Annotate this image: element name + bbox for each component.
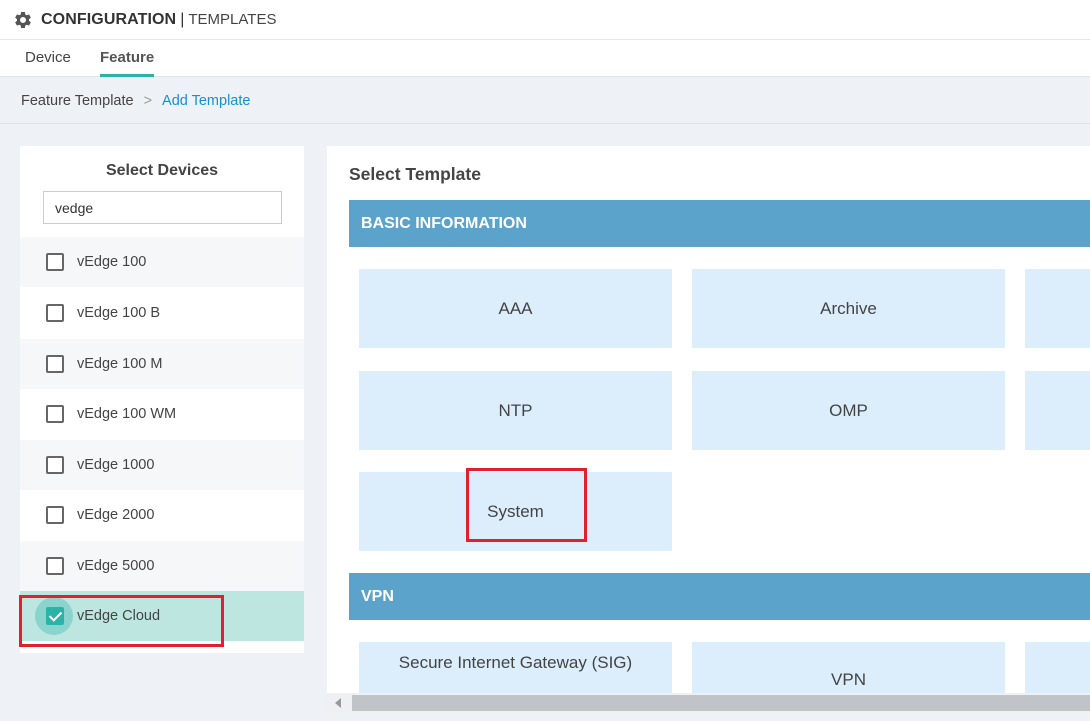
device-row-vedge-2000[interactable]: vEdge 2000 bbox=[20, 490, 304, 540]
breadcrumb: Feature Template > Add Template bbox=[0, 78, 1090, 124]
section-basic-information: BASIC INFORMATION bbox=[349, 200, 1090, 247]
template-tile-ntp[interactable]: NTP bbox=[359, 371, 672, 450]
tab-feature[interactable]: Feature bbox=[100, 40, 155, 77]
checkbox[interactable] bbox=[46, 253, 64, 271]
device-row-vedge-5000[interactable]: vEdge 5000 bbox=[20, 541, 304, 591]
gear-icon[interactable] bbox=[12, 9, 34, 31]
template-tile-aaa[interactable]: AAA bbox=[359, 269, 672, 348]
horizontal-scrollbar[interactable] bbox=[327, 693, 1090, 713]
device-search-input[interactable] bbox=[43, 191, 282, 224]
tab-bar: Device Feature bbox=[0, 40, 1090, 77]
page-header: CONFIGURATION | TEMPLATES bbox=[0, 0, 1090, 40]
checkbox[interactable] bbox=[46, 304, 64, 322]
device-row-vedge-100-b[interactable]: vEdge 100 B bbox=[20, 288, 304, 338]
checkbox[interactable] bbox=[46, 506, 64, 524]
device-row-vedge-cloud[interactable]: vEdge Cloud bbox=[20, 591, 304, 641]
scroll-left-icon[interactable] bbox=[335, 698, 341, 708]
device-label: vEdge 100 B bbox=[77, 305, 161, 321]
device-label: vEdge 2000 bbox=[77, 507, 155, 523]
template-tile-system[interactable]: System bbox=[359, 472, 672, 551]
template-tile-vpn[interactable]: VPN bbox=[692, 642, 1005, 693]
select-devices-title: Select Devices bbox=[105, 162, 219, 179]
device-row-vedge-100[interactable]: vEdge 100 bbox=[20, 237, 304, 287]
checkbox[interactable] bbox=[46, 456, 64, 474]
breadcrumb-separator: > bbox=[143, 92, 153, 109]
breadcrumb-feature-template[interactable]: Feature Template bbox=[21, 93, 134, 109]
page-subtitle: TEMPLATES bbox=[188, 11, 277, 28]
select-template-title: Select Template bbox=[349, 164, 481, 184]
template-tile-partial[interactable] bbox=[1025, 642, 1090, 693]
page-title: CONFIGURATION bbox=[41, 10, 177, 28]
scrollbar-thumb[interactable] bbox=[352, 695, 1090, 711]
device-label: vEdge 1000 bbox=[77, 457, 155, 473]
device-label: vEdge 100 WM bbox=[77, 406, 177, 422]
checkbox[interactable] bbox=[46, 355, 64, 373]
device-row-vedge-100-m[interactable]: vEdge 100 M bbox=[20, 339, 304, 389]
tab-device[interactable]: Device bbox=[25, 40, 71, 77]
device-label: vEdge 5000 bbox=[77, 558, 155, 574]
checkbox[interactable] bbox=[46, 557, 64, 575]
select-devices-panel: Select Devices vEdge 100 vEdge 100 B vEd… bbox=[20, 146, 304, 653]
title-separator: | bbox=[180, 10, 185, 28]
template-tile-partial[interactable] bbox=[1025, 269, 1090, 348]
checkbox[interactable] bbox=[46, 405, 64, 423]
device-label: vEdge 100 bbox=[77, 254, 147, 270]
select-template-panel: Select Template BASIC INFORMATION AAA Ar… bbox=[327, 146, 1090, 693]
section-vpn: VPN bbox=[349, 573, 1090, 620]
template-tile-omp[interactable]: OMP bbox=[692, 371, 1005, 450]
checkbox-checked[interactable] bbox=[46, 607, 64, 625]
device-row-vedge-100-wm[interactable]: vEdge 100 WM bbox=[20, 389, 304, 439]
template-tile-partial[interactable] bbox=[1025, 371, 1090, 450]
template-tile-archive[interactable]: Archive bbox=[692, 269, 1005, 348]
device-label: vEdge Cloud bbox=[77, 608, 161, 624]
template-tile-sig[interactable]: Secure Internet Gateway (SIG) bbox=[359, 642, 672, 693]
device-label: vEdge 100 M bbox=[77, 356, 163, 372]
device-row-vedge-1000[interactable]: vEdge 1000 bbox=[20, 440, 304, 490]
breadcrumb-add-template[interactable]: Add Template bbox=[162, 93, 250, 109]
